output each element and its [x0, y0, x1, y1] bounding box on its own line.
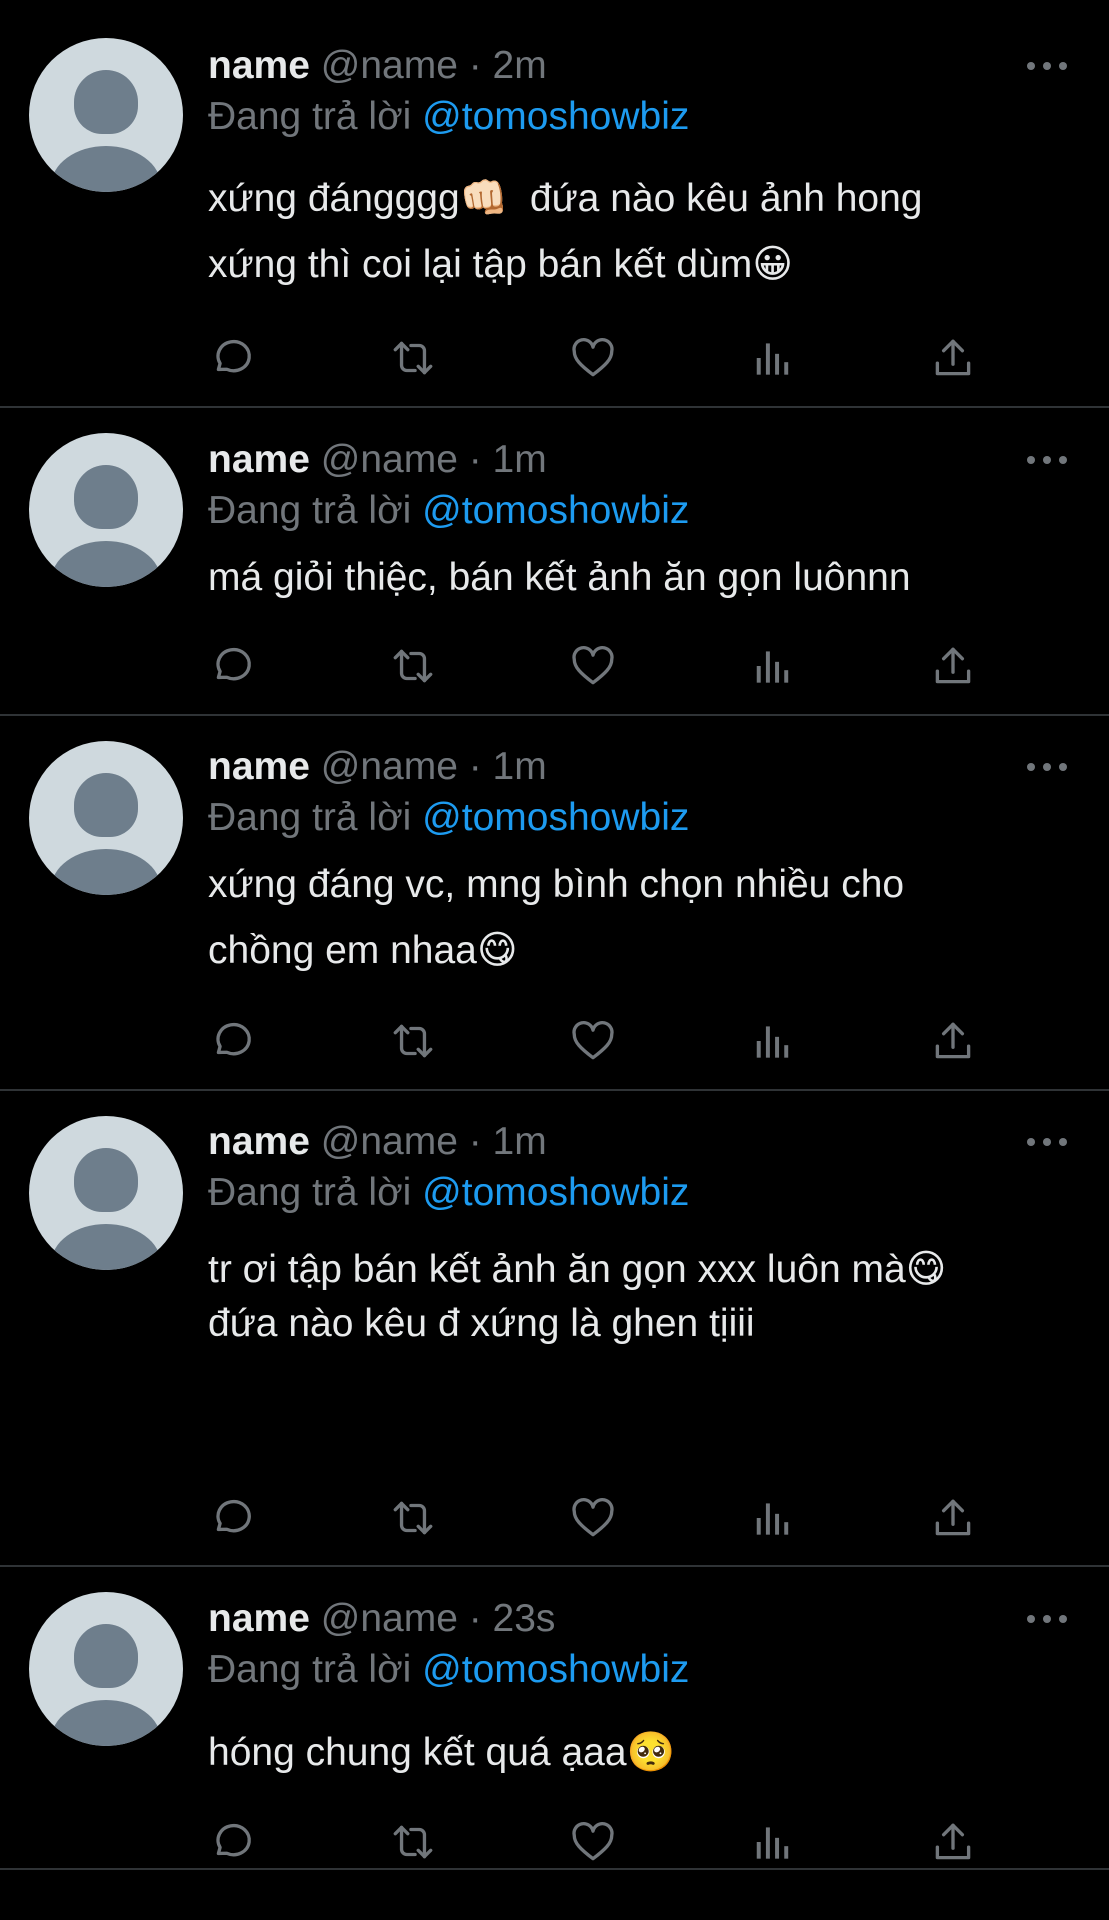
replying-to: Đang trả lời @tomoshowbiz — [208, 1645, 689, 1695]
tweet[interactable]: name @name · 2m Đang trả lời @tomoshowbi… — [0, 0, 1109, 408]
views-icon[interactable] — [748, 1817, 798, 1867]
avatar-head-shape — [74, 1148, 138, 1212]
avatar-body-shape — [51, 541, 161, 587]
retweet-icon[interactable] — [388, 1493, 438, 1543]
share-icon[interactable] — [928, 1016, 978, 1066]
avatar-body-shape — [51, 146, 161, 192]
more-options-icon[interactable] — [1027, 453, 1067, 467]
replying-to-label: Đang trả lời — [208, 95, 423, 138]
views-icon[interactable] — [748, 641, 798, 691]
share-icon[interactable] — [928, 333, 978, 383]
like-icon[interactable] — [568, 1016, 618, 1066]
retweet-icon[interactable] — [388, 333, 438, 383]
tweet-text: má giỏi thiệc, bán kết ảnh ăn gọn luônnn — [208, 556, 911, 599]
more-options-icon[interactable] — [1027, 59, 1067, 73]
like-icon[interactable] — [568, 1493, 618, 1543]
share-icon[interactable] — [928, 641, 978, 691]
replying-to: Đang trả lời @tomoshowbiz — [208, 92, 689, 142]
tweet[interactable]: name @name · 1m Đang trả lời @tomoshowbi… — [0, 1091, 1109, 1567]
tweet[interactable]: name @name · 1m Đang trả lời @tomoshowbi… — [0, 716, 1109, 1091]
replying-to-label: Đang trả lời — [208, 489, 423, 532]
handle-and-time: @name · 2m — [320, 44, 547, 87]
avatar-head-shape — [74, 70, 138, 134]
retweet-icon[interactable] — [388, 1817, 438, 1867]
tweet-text: xứng đáng vc, mng bình chọn nhiều cho ch… — [208, 863, 905, 972]
retweet-icon[interactable] — [388, 641, 438, 691]
reply-icon[interactable] — [208, 641, 258, 691]
tweet[interactable]: name @name · 1m Đang trả lời @tomoshowbi… — [0, 408, 1109, 716]
handle-and-time: @name · 1m — [320, 745, 547, 788]
like-icon[interactable] — [568, 641, 618, 691]
reply-icon[interactable] — [208, 1817, 258, 1867]
avatar[interactable] — [29, 1116, 183, 1270]
display-name[interactable]: name — [208, 1120, 310, 1163]
like-icon[interactable] — [568, 1817, 618, 1867]
replying-to: Đang trả lời @tomoshowbiz — [208, 793, 689, 843]
avatar-body-shape — [51, 1700, 161, 1746]
avatar-head-shape — [74, 1624, 138, 1688]
tweet-header: name @name · 1m — [208, 435, 547, 485]
tweet-text: tr ơi tập bán kết ảnh ăn gọn xxx luôn mà… — [208, 1248, 947, 1345]
avatar-body-shape — [51, 849, 161, 895]
tweet-header: name @name · 2m — [208, 41, 547, 91]
action-bar — [208, 1817, 1008, 1867]
more-options-icon[interactable] — [1027, 1612, 1067, 1626]
mention-link[interactable]: @tomoshowbiz — [422, 796, 689, 839]
tweet-header: name @name · 1m — [208, 1117, 547, 1167]
avatar-body-shape — [51, 1224, 161, 1270]
avatar[interactable] — [29, 433, 183, 587]
mention-link[interactable]: @tomoshowbiz — [422, 489, 689, 532]
action-bar — [208, 333, 1008, 383]
display-name[interactable]: name — [208, 44, 310, 87]
replying-to-label: Đang trả lời — [208, 796, 423, 839]
avatar-head-shape — [74, 773, 138, 837]
handle-and-time: @name · 1m — [320, 1120, 547, 1163]
retweet-icon[interactable] — [388, 1016, 438, 1066]
like-icon[interactable] — [568, 333, 618, 383]
more-options-icon[interactable] — [1027, 1135, 1067, 1149]
replying-to: Đang trả lời @tomoshowbiz — [208, 1168, 689, 1218]
tweet[interactable]: name @name · 23s Đang trả lời @tomoshowb… — [0, 1567, 1109, 1870]
mention-link[interactable]: @tomoshowbiz — [422, 1648, 689, 1691]
reply-icon[interactable] — [208, 1493, 258, 1543]
more-options-icon[interactable] — [1027, 760, 1067, 774]
replying-to-label: Đang trả lời — [208, 1171, 423, 1214]
tweet-header: name @name · 1m — [208, 742, 547, 792]
reply-icon[interactable] — [208, 333, 258, 383]
display-name[interactable]: name — [208, 438, 310, 481]
handle-and-time: @name · 23s — [320, 1597, 556, 1640]
avatar[interactable] — [29, 741, 183, 895]
reply-icon[interactable] — [208, 1016, 258, 1066]
share-icon[interactable] — [928, 1493, 978, 1543]
share-icon[interactable] — [928, 1817, 978, 1867]
mention-link[interactable]: @tomoshowbiz — [422, 1171, 689, 1214]
views-icon[interactable] — [748, 333, 798, 383]
action-bar — [208, 641, 1008, 691]
handle-and-time: @name · 1m — [320, 438, 547, 481]
mention-link[interactable]: @tomoshowbiz — [422, 95, 689, 138]
display-name[interactable]: name — [208, 1597, 310, 1640]
action-bar — [208, 1016, 1008, 1066]
action-bar — [208, 1493, 1008, 1543]
display-name[interactable]: name — [208, 745, 310, 788]
tweet-text: hóng chung kết quá ạaa🥺 — [208, 1731, 676, 1774]
avatar[interactable] — [29, 38, 183, 192]
tweet-text: xứng đángggg👊🏻 đứa nào kêu ảnh hong xứng… — [208, 177, 923, 286]
avatar-head-shape — [74, 465, 138, 529]
views-icon[interactable] — [748, 1016, 798, 1066]
replying-to-label: Đang trả lời — [208, 1648, 423, 1691]
tweet-header: name @name · 23s — [208, 1594, 555, 1644]
avatar[interactable] — [29, 1592, 183, 1746]
replying-to: Đang trả lời @tomoshowbiz — [208, 486, 689, 536]
reply-feed: name @name · 2m Đang trả lời @tomoshowbi… — [0, 0, 1109, 1920]
views-icon[interactable] — [748, 1493, 798, 1543]
